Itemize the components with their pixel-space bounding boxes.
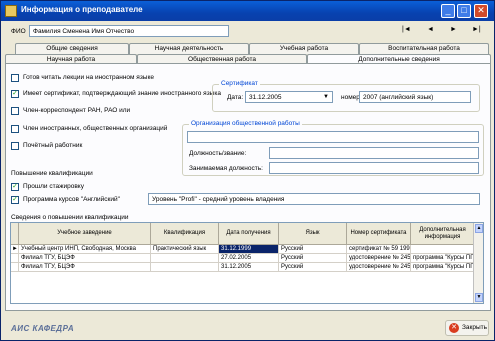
table-cell[interactable]: Русский [279,263,347,272]
checkbox-language-certificate-label: Имеет сертификат, подтверждающий знание … [23,90,221,97]
checkbox-internship-label: Прошли стажировку [23,183,84,190]
row-indicator-icon: ► [11,245,19,254]
row-indicator [11,254,19,263]
fio-input[interactable]: Фамилия Сменена Имя Отчество [29,25,229,37]
table-header-qualification[interactable]: Квалификация [151,223,219,245]
tab-teaching[interactable]: Учебная работа [249,43,359,54]
organization-group-title: Организация общественной работы [189,120,302,127]
checkbox-foreign-lectures[interactable] [11,74,19,82]
row-indicator [11,263,19,272]
close-button[interactable]: ✕ Закрыть [445,320,489,336]
prev-record-button[interactable]: ◄ [427,26,434,33]
first-record-button[interactable]: |◄ [402,26,411,33]
table-cell[interactable]: Практический язык [151,245,219,254]
checkbox-honorary-worker[interactable] [11,142,19,150]
close-button-label: Закрыть [462,324,488,331]
table-cell[interactable]: Филиал ТГУ, БЦЭФ [19,254,151,263]
table-header-indicator [11,223,19,245]
table-header-cert-number[interactable]: Номер сертификата [347,223,411,245]
tab-educational[interactable]: Воспитательная работа [359,43,489,54]
qualification-table: Учебное заведение Квалификация Дата полу… [10,222,484,304]
table-cell[interactable]: Русский [279,254,347,263]
maximize-button[interactable]: □ [457,4,471,18]
table-cell[interactable] [151,263,219,272]
checkbox-foreign-orgs[interactable] [11,125,19,133]
app-icon [5,5,17,17]
organization-group: Организация общественной работы Должност… [182,120,484,176]
certificate-group: Сертификат Дата: 31.12.2005 ▼ номер: 200… [212,80,480,112]
table-cell[interactable]: Учебный центр ИНП, Свободная, Москва [19,245,151,254]
qualification-title: Повышение квалификации [11,170,93,177]
certificate-date-value: 31.12.2005 [249,94,282,101]
organization-name-input[interactable] [187,131,479,143]
table-header-date[interactable]: Дата получения [219,223,279,245]
chevron-down-icon[interactable]: ▼ [323,93,329,102]
checkbox-academy-member[interactable] [11,107,19,115]
table-cell[interactable]: Филиал ТГУ, БЦЭФ [19,263,151,272]
position-input[interactable] [269,147,479,159]
fio-label: ФИО [11,28,26,35]
certificate-number-input[interactable]: 2007 (английский язык) [359,91,471,103]
table-cell[interactable]: 31.12.2005 [219,263,279,272]
table-header-language[interactable]: Язык [279,223,347,245]
course-level-input[interactable]: Уровень "Profi" - средний уровень владен… [148,193,480,205]
record-navigator: |◄ ◄ ► ►| [382,25,492,37]
table-cell[interactable]: сертификат № 59 1999 [347,245,411,254]
scroll-down-icon[interactable]: ▼ [475,293,483,302]
close-window-button[interactable]: ✕ [474,4,488,18]
tab-general[interactable]: Общие сведения [15,43,129,54]
table-cell[interactable]: программа "Курсы ППК" [411,254,475,263]
checkbox-english-courses[interactable]: ✓ [11,196,19,204]
table-cell[interactable]: удостоверение № 2456 [347,254,411,263]
checkbox-internship[interactable]: ✓ [11,183,19,191]
tab-panel: Готов читать лекции на иностранном языке… [5,63,491,311]
checkbox-foreign-lectures-label: Готов читать лекции на иностранном языке [23,74,155,81]
checkbox-academy-member-label: Член-корреспондент РАН, РАО или [23,107,131,114]
tab-science[interactable]: Научная деятельность [129,43,249,54]
table-header-extra-info[interactable]: Дополнительная информация [411,223,475,245]
last-record-button[interactable]: ►| [472,26,481,33]
next-record-button[interactable]: ► [450,26,457,33]
certificate-date-label: Дата: [227,94,244,101]
table-cell[interactable] [411,245,475,254]
scroll-up-icon[interactable]: ▲ [475,224,483,233]
checkbox-honorary-worker-label: Почётный работник [23,142,83,149]
main-window: Информация о преподавателе _ □ ✕ ФИО Фам… [0,0,495,341]
table-scrollbar[interactable]: ▲ ▼ [473,223,483,303]
checkbox-english-courses-label: Программа курсов "Английский" [23,196,120,203]
rank-label: Занимаемая должность: [189,165,263,172]
checkbox-language-certificate[interactable]: ✓ [11,90,19,98]
checkbox-foreign-orgs-label: Член иностранных, общественных организац… [23,125,168,132]
table-cell[interactable]: Русский [279,245,347,254]
table-cell-selected[interactable]: 31.12.1999 [219,245,279,254]
table-cell[interactable]: программа "Курсы ППК" [411,263,475,272]
rank-input[interactable] [269,162,479,174]
certificate-group-title: Сертификат [219,80,260,87]
table-cell[interactable]: удостоверение № 2456 [347,263,411,272]
close-icon: ✕ [449,323,459,333]
table-header-institution[interactable]: Учебное заведение [19,223,151,245]
certificate-date-picker[interactable]: 31.12.2005 ▼ [245,91,333,103]
window-title: Информация о преподавателе [21,5,143,14]
position-label: Должность/звание: [189,150,247,157]
title-bar: Информация о преподавателе _ □ ✕ [1,1,494,21]
table-title: Сведения о повышении квалификации [11,214,129,221]
app-brand-label: АИС КАФЕДРА [11,324,75,333]
table-cell[interactable]: 27.02.2005 [219,254,279,263]
minimize-button[interactable]: _ [441,4,455,18]
table-cell[interactable] [151,254,219,263]
